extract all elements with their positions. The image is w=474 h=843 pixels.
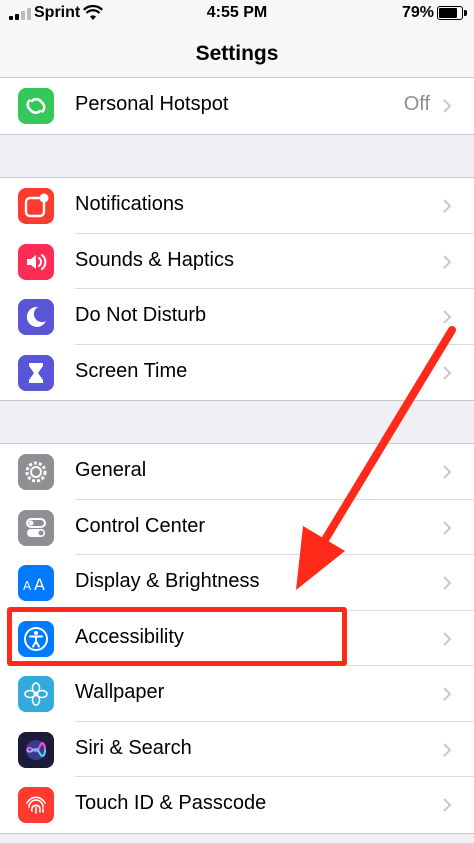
status-bar: Sprint 4:55 PM 79%: [0, 0, 474, 28]
gear-icon: [18, 454, 54, 490]
row-label: Do Not Disturb: [75, 304, 207, 326]
settings-row-notifications[interactable]: Notifications: [0, 178, 474, 234]
settings-group-network: Personal Hotspot Off: [0, 77, 474, 135]
settings-row-siri-search[interactable]: Siri & Search: [0, 722, 474, 777]
row-label: Accessibility: [75, 625, 184, 648]
chevron-right-icon: [443, 631, 452, 646]
chevron-right-icon: [443, 199, 452, 213]
navigation-bar: Settings: [0, 28, 474, 83]
text-size-icon: AA: [18, 565, 54, 601]
flower-icon: [18, 676, 54, 712]
page-title: Settings: [195, 42, 279, 65]
settings-row-personal-hotspot[interactable]: Personal Hotspot Off: [0, 78, 474, 134]
row-label: General: [75, 459, 147, 481]
row-label: Wallpaper: [75, 681, 165, 703]
row-label: Notifications: [75, 193, 184, 215]
chevron-right-icon: [443, 254, 452, 269]
settings-row-general[interactable]: General: [0, 444, 474, 500]
row-label: Personal Hotspot: [75, 93, 229, 115]
row-label: Siri & Search: [75, 736, 192, 759]
hourglass-icon: [18, 354, 54, 391]
row-label: Screen Time: [75, 359, 188, 382]
row-label: Control Center: [75, 514, 206, 537]
chevron-right-icon: [443, 798, 452, 812]
battery-percentage: 79%: [402, 4, 435, 21]
settings-row-accessibility[interactable]: Accessibility: [0, 611, 474, 666]
settings-row-control-center[interactable]: Control Center: [0, 500, 474, 555]
chevron-right-icon: [443, 520, 452, 535]
chevron-right-icon: [443, 576, 452, 590]
settings-row-wallpaper[interactable]: Wallpaper: [0, 666, 474, 722]
settings-row-touch-id-passcode[interactable]: Touch ID & Passcode: [0, 777, 474, 833]
hotspot-icon: [18, 88, 54, 124]
toggles-icon: [18, 509, 54, 546]
chevron-right-icon: [443, 465, 452, 479]
settings-row-screen-time[interactable]: Screen Time: [0, 345, 474, 401]
chevron-right-icon: [443, 742, 452, 757]
svg-text:A: A: [34, 575, 45, 594]
settings-group-alerts: Notifications Sounds & Haptics Do Not Di…: [0, 177, 474, 401]
battery-icon: [437, 6, 467, 20]
notifications-icon: [18, 188, 54, 224]
moon-icon: [18, 299, 54, 335]
settings-row-do-not-disturb[interactable]: Do Not Disturb: [0, 289, 474, 345]
row-value: Off: [403, 93, 430, 115]
fingerprint-icon: [18, 787, 54, 823]
chevron-right-icon: [443, 365, 452, 380]
settings-group-general: General Control Center AA Display & Brig…: [0, 443, 474, 834]
row-label: Touch ID & Passcode: [75, 792, 267, 814]
siri-icon: [18, 731, 54, 768]
speaker-icon: [18, 243, 54, 280]
settings-row-display-brightness[interactable]: AA Display & Brightness: [0, 555, 474, 611]
row-label: Sounds & Haptics: [75, 248, 234, 271]
svg-text:A: A: [23, 579, 32, 593]
settings-row-sounds-haptics[interactable]: Sounds & Haptics: [0, 234, 474, 289]
chevron-right-icon: [443, 687, 452, 701]
accessibility-icon: [18, 620, 54, 657]
chevron-right-icon: [443, 310, 452, 324]
row-label: Display & Brightness: [75, 570, 260, 592]
chevron-right-icon: [443, 99, 452, 113]
